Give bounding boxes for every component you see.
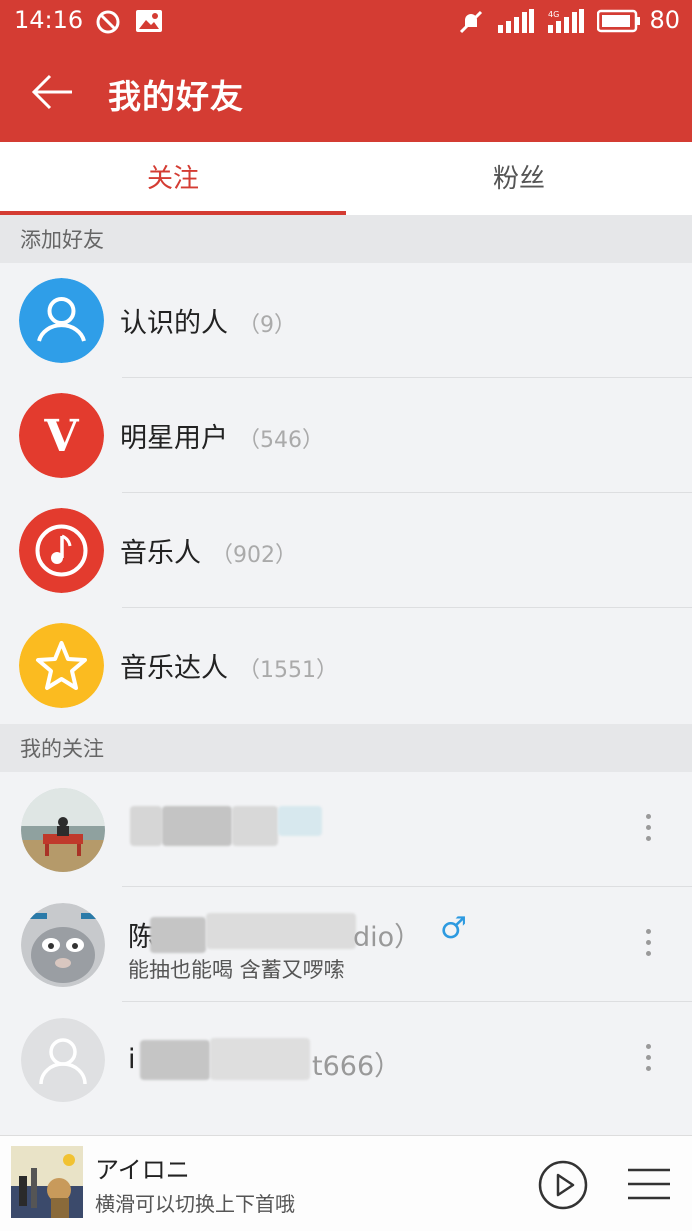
friend-name: i (128, 1044, 136, 1075)
star-icon (19, 623, 104, 708)
battery-icon (597, 9, 640, 33)
star-users-label: 明星用户 （546） (120, 423, 324, 454)
star-users-count: （546） (238, 428, 324, 453)
male-icon: ♂ (440, 911, 467, 946)
album-cover (11, 1146, 83, 1218)
svg-text:4G: 4G (548, 10, 559, 19)
tab-following-label: 关注 (146, 164, 199, 194)
musicians-count: （902） (211, 543, 297, 568)
music-experts-label: 音乐达人 （1551） (120, 653, 338, 684)
battery-level: 80 (649, 6, 680, 34)
image-icon (136, 10, 162, 32)
mute-bell-icon (459, 10, 483, 34)
default-avatar-icon (21, 1018, 105, 1102)
more-options-button[interactable] (646, 1044, 652, 1074)
avatar (21, 903, 105, 987)
svg-text:V: V (43, 411, 79, 462)
signal-icon (498, 9, 534, 33)
person-icon (19, 278, 104, 363)
list-item-friend[interactable]: i t666） (0, 1002, 692, 1117)
swipe-hint: 横滑可以切换上下首哦 (95, 1192, 295, 1216)
play-icon[interactable] (538, 1160, 588, 1210)
list-item-musicians[interactable]: 音乐人 （902） (0, 493, 692, 608)
more-options-button[interactable] (646, 929, 652, 959)
friend-signature: 能抽也能喝 含蓄又啰嗦 (128, 958, 345, 982)
tab-bar: 关注 粉丝 (0, 142, 692, 215)
tab-fans-label: 粉丝 (492, 164, 545, 194)
more-options-button[interactable] (646, 814, 652, 844)
signal-4g-icon: 4G (548, 9, 584, 33)
friend-name-tail: dio） (353, 922, 422, 953)
list-item-music-experts[interactable]: 音乐达人 （1551） (0, 608, 692, 723)
musicians-label: 音乐人 （902） (120, 538, 297, 569)
acquaintances-count: （9） (238, 313, 296, 338)
acquaintances-label: 认识的人 （9） (120, 308, 296, 339)
friend-name-tail: t666） (312, 1051, 402, 1082)
list-item-star-users[interactable]: V 明星用户 （546） (0, 378, 692, 493)
mini-player[interactable]: アイロニ 横滑可以切换上下首哦 (0, 1135, 692, 1231)
no-disturb-icon (96, 10, 120, 34)
playlist-icon[interactable] (628, 1166, 670, 1202)
section-header-following: 我的关注 (0, 724, 692, 772)
tab-fans[interactable]: 粉丝 (346, 142, 692, 215)
status-bar: 14:16 4G 80 (0, 0, 692, 42)
avatar (21, 788, 105, 872)
section-header-add-friends: 添加好友 (0, 215, 692, 263)
list-item-friend[interactable]: 陈 dio） ♂ 能抽也能喝 含蓄又啰嗦 (0, 887, 692, 1002)
music-experts-count: （1551） (238, 658, 338, 683)
song-title: アイロニ (95, 1156, 190, 1184)
music-note-icon (19, 508, 104, 593)
tab-following[interactable]: 关注 (0, 142, 346, 215)
list-item-friend[interactable] (0, 772, 692, 887)
app-bar: 我的好友 (0, 42, 692, 142)
back-arrow-icon[interactable] (28, 70, 76, 114)
status-time: 14:16 (14, 6, 84, 34)
v-icon: V (19, 393, 104, 478)
list-item-acquaintances[interactable]: 认识的人 （9） (0, 263, 692, 378)
redacted-name (130, 806, 162, 846)
page-title: 我的好友 (108, 77, 244, 116)
